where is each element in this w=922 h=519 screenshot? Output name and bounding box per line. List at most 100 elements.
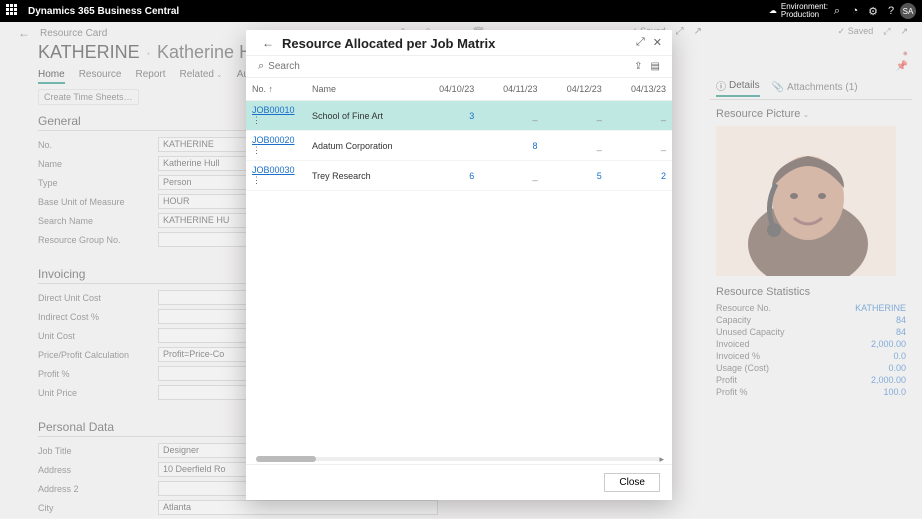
share-icon[interactable]: ⇪ bbox=[634, 61, 642, 72]
stat-value[interactable]: 2,000.00 bbox=[871, 339, 906, 349]
filter-icon[interactable]: ▤ bbox=[651, 61, 660, 72]
table-row[interactable]: JOB00020 ⋮Adatum Corporation8__ bbox=[246, 131, 672, 161]
field-label: Name bbox=[38, 159, 158, 169]
column-header[interactable]: 04/13/23 bbox=[608, 78, 672, 101]
back-icon[interactable]: ← bbox=[18, 26, 30, 40]
job-no-link[interactable]: JOB00010 bbox=[252, 105, 295, 115]
column-header[interactable]: 04/11/23 bbox=[480, 78, 543, 101]
pin-icon[interactable]: 📌 bbox=[896, 61, 908, 72]
job-name: Trey Research bbox=[306, 161, 416, 191]
stat-value[interactable]: 84 bbox=[896, 327, 906, 337]
field-label: Address 2 bbox=[38, 484, 158, 494]
field-label: Indirect Cost % bbox=[38, 312, 158, 322]
row-menu-icon[interactable]: ⋮ bbox=[252, 145, 260, 156]
search-icon[interactable]: ⌕ bbox=[828, 5, 846, 18]
stat-value[interactable]: 0.0 bbox=[893, 351, 906, 361]
matrix-cell[interactable]: _ bbox=[608, 131, 672, 161]
horizontal-scrollbar[interactable]: ▸ bbox=[256, 454, 662, 464]
stat-row: Invoiced % 0.0 bbox=[710, 350, 912, 362]
cloud-icon: ☁ bbox=[769, 7, 777, 15]
popout-icon[interactable]: ⤢ bbox=[676, 26, 684, 37]
user-avatar[interactable]: SA bbox=[900, 3, 916, 19]
tab-resource[interactable]: Resource bbox=[79, 69, 122, 84]
column-header[interactable]: Name bbox=[306, 78, 416, 101]
column-header[interactable]: 04/10/23 bbox=[416, 78, 480, 101]
stat-label: Profit % bbox=[716, 387, 748, 397]
form-row: CityAtlanta bbox=[38, 500, 438, 515]
matrix-cell[interactable]: 3 bbox=[416, 101, 480, 131]
app-launcher-icon[interactable] bbox=[6, 4, 20, 18]
matrix-cell[interactable]: _ bbox=[480, 101, 543, 131]
column-header[interactable]: No. ↑ bbox=[246, 78, 306, 101]
stat-value[interactable]: 84 bbox=[896, 315, 906, 325]
row-menu-icon[interactable]: ⋮ bbox=[252, 175, 260, 186]
app-title: Dynamics 365 Business Central bbox=[28, 6, 179, 17]
stat-label: Invoiced bbox=[716, 339, 750, 349]
title-code: KATHERINE bbox=[38, 42, 140, 63]
matrix-cell[interactable]: _ bbox=[544, 131, 608, 161]
stat-label: Unused Capacity bbox=[716, 327, 785, 337]
job-no-link[interactable]: JOB00030 bbox=[252, 165, 295, 175]
field-input[interactable]: Atlanta bbox=[158, 500, 438, 515]
stat-row: Unused Capacity 84 bbox=[710, 326, 912, 338]
job-name: Adatum Corporation bbox=[306, 131, 416, 161]
field-label: City bbox=[38, 503, 158, 513]
modal-back-icon[interactable]: ← bbox=[262, 36, 274, 50]
environment-badge[interactable]: ☁ Environment: Production bbox=[769, 3, 828, 19]
matrix-cell[interactable]: _ bbox=[608, 101, 672, 131]
resource-picture-heading[interactable]: Resource Picture ⌄ bbox=[710, 100, 912, 124]
modal-close-icon[interactable]: ✕ bbox=[653, 36, 662, 49]
matrix-cell[interactable]: 6 bbox=[416, 161, 480, 191]
factbox-tab-attachments[interactable]: 📎Attachments (1) bbox=[772, 78, 858, 97]
tab-report[interactable]: Report bbox=[136, 69, 166, 84]
settings-icon[interactable]: ⚙ bbox=[864, 5, 882, 18]
field-label: Search Name bbox=[38, 216, 158, 226]
field-label: Address bbox=[38, 465, 158, 475]
alert-icon[interactable]: ● bbox=[903, 48, 908, 58]
stat-label: Usage (Cost) bbox=[716, 363, 769, 373]
row-menu-icon[interactable]: ⋮ bbox=[252, 115, 260, 126]
stat-row: Resource No.KATHERINE bbox=[710, 302, 912, 314]
search-icon[interactable]: ⌕ bbox=[258, 60, 264, 73]
matrix-cell[interactable]: 2 bbox=[608, 161, 672, 191]
modal-expand-icon[interactable]: ⤢ bbox=[636, 36, 645, 49]
close-button[interactable]: Close bbox=[604, 473, 660, 492]
matrix-cell[interactable]: 8 bbox=[480, 131, 543, 161]
create-time-sheets-button[interactable]: Create Time Sheets… bbox=[38, 89, 139, 105]
table-row[interactable]: JOB00030 ⋮ Trey Research6_52 bbox=[246, 161, 672, 191]
expand-icon[interactable]: ↗ bbox=[694, 26, 702, 37]
modal-toolbar: ⌕ ⇪ ▤ bbox=[246, 55, 672, 78]
notifications-icon[interactable]: ◔ bbox=[846, 5, 864, 17]
tab-related[interactable]: Related⌄ bbox=[180, 69, 223, 84]
matrix-cell[interactable]: _ bbox=[480, 161, 543, 191]
modal-title: Resource Allocated per Job Matrix bbox=[282, 36, 628, 51]
env-value: Production bbox=[781, 11, 828, 19]
field-label: No. bbox=[38, 140, 158, 150]
column-header[interactable]: 04/12/23 bbox=[544, 78, 608, 101]
stat-value[interactable]: 100.0 bbox=[883, 387, 906, 397]
matrix-cell[interactable] bbox=[416, 131, 480, 161]
search-input[interactable] bbox=[268, 61, 626, 72]
field-label: Base Unit of Measure bbox=[38, 197, 158, 207]
matrix-cell[interactable]: _ bbox=[544, 101, 608, 131]
stat-label: Capacity bbox=[716, 315, 751, 325]
field-label: Unit Price bbox=[38, 388, 158, 398]
stat-label: Invoiced % bbox=[716, 351, 760, 361]
stat-row: Profit2,000.00 bbox=[710, 374, 912, 386]
job-no-link[interactable]: JOB00020 bbox=[252, 135, 295, 145]
tab-home[interactable]: Home bbox=[38, 69, 65, 84]
help-icon[interactable]: ? bbox=[882, 5, 900, 17]
matrix-cell[interactable]: 5 bbox=[544, 161, 608, 191]
expand-icon[interactable]: ↗ bbox=[900, 26, 908, 37]
table-row[interactable]: JOB00010 ⋮School of Fine Art3___ bbox=[246, 101, 672, 131]
factbox: ● 📌 ⓘDetails 📎Attachments (1) Resource P… bbox=[710, 46, 912, 512]
popout-icon[interactable]: ⤢ bbox=[883, 26, 890, 37]
field-label: Type bbox=[38, 178, 158, 188]
resource-picture bbox=[716, 126, 896, 276]
stat-value[interactable]: 2,000.00 bbox=[871, 375, 906, 385]
factbox-tab-details[interactable]: ⓘDetails bbox=[716, 78, 760, 97]
stat-value[interactable]: KATHERINE bbox=[855, 303, 906, 313]
stat-value[interactable]: 0.00 bbox=[888, 363, 906, 373]
resource-statistics-heading[interactable]: Resource Statistics bbox=[710, 278, 912, 302]
top-bar: Dynamics 365 Business Central ☁ Environm… bbox=[0, 0, 922, 22]
